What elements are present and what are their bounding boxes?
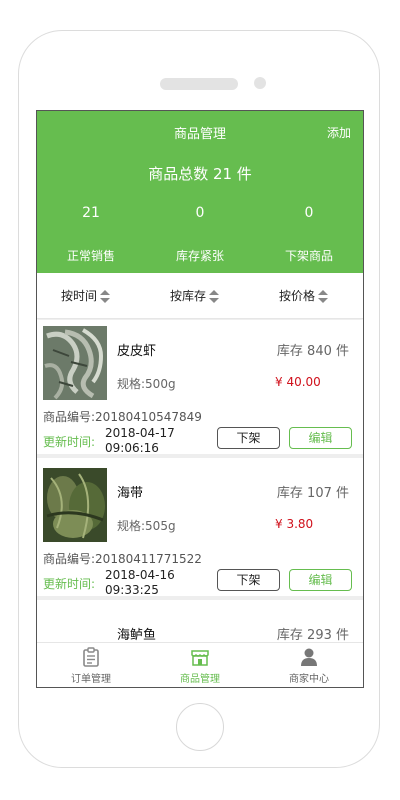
- product-code: 商品编号:20180410547849: [43, 410, 202, 424]
- sort-bar: 按时间 按库存 按价格: [37, 273, 363, 319]
- stat-offline[interactable]: 0 下架商品: [255, 205, 363, 264]
- user-icon: [301, 648, 317, 666]
- tab-merchant-center[interactable]: 商家中心: [255, 647, 363, 685]
- tab-label: 订单管理: [71, 674, 111, 685]
- update-time-label: 更新时间:: [43, 435, 96, 449]
- sort-label: 按时间: [61, 289, 98, 303]
- update-time-label: 更新时间:: [43, 577, 96, 591]
- tab-orders[interactable]: 订单管理: [37, 647, 145, 685]
- edit-button[interactable]: 编辑: [289, 569, 352, 591]
- phone-camera: [254, 77, 266, 89]
- sort-by-stock[interactable]: 按库存: [170, 287, 220, 304]
- update-date: 2018-04-17: [105, 426, 175, 440]
- stat-low-stock[interactable]: 0 库存紧张: [146, 205, 254, 264]
- product-stock: 库存 107 件: [276, 486, 349, 501]
- update-clock: 09:33:25: [105, 583, 159, 597]
- sort-arrows-icon: [209, 289, 220, 304]
- product-stock: 库存 293 件: [276, 628, 349, 643]
- product-name: 海带: [117, 486, 144, 501]
- add-button[interactable]: 添加: [327, 124, 351, 141]
- stat-label: 下架商品: [284, 249, 333, 263]
- update-time-value: 2018-04-17 09:06:16: [105, 426, 195, 456]
- product-stock: 库存 840 件: [276, 344, 349, 359]
- app-screen: 商品管理 添加 商品总数 21 件 21 正常销售 0 库存紧张 0 下架商品 …: [36, 110, 364, 688]
- product-spec: 规格:505g: [117, 519, 176, 533]
- product-image-kelp: [43, 468, 107, 542]
- product-name: 海鲈鱼: [117, 628, 157, 643]
- stat-value: 0: [195, 205, 205, 221]
- product-item[interactable]: 皮皮虾 库存 840 件 规格:500g ¥ 40.00 商品编号:201804…: [37, 320, 363, 458]
- stat-label: 库存紧张: [175, 249, 224, 263]
- take-off-shelf-button[interactable]: 下架: [217, 427, 280, 449]
- shop-icon: [191, 650, 209, 666]
- update-date: 2018-04-16: [105, 568, 175, 582]
- page-title: 商品管理: [173, 127, 226, 142]
- phone-home-button[interactable]: [176, 703, 224, 751]
- header: 商品管理 添加 商品总数 21 件 21 正常销售 0 库存紧张 0 下架商品: [37, 111, 363, 273]
- tab-label: 商家中心: [289, 674, 329, 685]
- update-time-value: 2018-04-16 09:33:25: [105, 568, 195, 598]
- product-spec: 规格:500g: [117, 377, 176, 391]
- sort-label: 按价格: [279, 289, 316, 303]
- sort-arrows-icon: [318, 289, 329, 304]
- phone-speaker: [160, 78, 238, 90]
- product-item[interactable]: 海带 库存 107 件 规格:505g ¥ 3.80 商品编号:20180411…: [37, 462, 363, 600]
- edit-button[interactable]: 编辑: [289, 427, 352, 449]
- stat-value: 0: [304, 205, 314, 221]
- product-price: ¥ 3.80: [275, 517, 314, 531]
- sort-by-price[interactable]: 按价格: [279, 287, 329, 304]
- product-price: ¥ 40.00: [275, 375, 321, 389]
- sort-by-time[interactable]: 按时间: [61, 287, 111, 304]
- clipboard-icon: [83, 647, 99, 667]
- tab-label: 商品管理: [180, 674, 220, 685]
- sort-arrows-icon: [100, 289, 111, 304]
- stat-label: 正常销售: [66, 249, 115, 263]
- sort-label: 按库存: [170, 289, 207, 303]
- stat-value: 21: [82, 205, 100, 221]
- product-image-shrimp: [43, 326, 107, 400]
- tab-products[interactable]: 商品管理: [146, 647, 254, 685]
- product-name: 皮皮虾: [117, 344, 157, 359]
- take-off-shelf-button[interactable]: 下架: [217, 569, 280, 591]
- stat-normal[interactable]: 21 正常销售: [37, 205, 145, 264]
- product-code: 商品编号:20180411771522: [43, 552, 202, 566]
- update-clock: 09:06:16: [105, 441, 159, 455]
- total-count: 商品总数 21 件: [148, 165, 252, 183]
- tab-bar: 订单管理 商品管理 商家中心: [37, 642, 363, 687]
